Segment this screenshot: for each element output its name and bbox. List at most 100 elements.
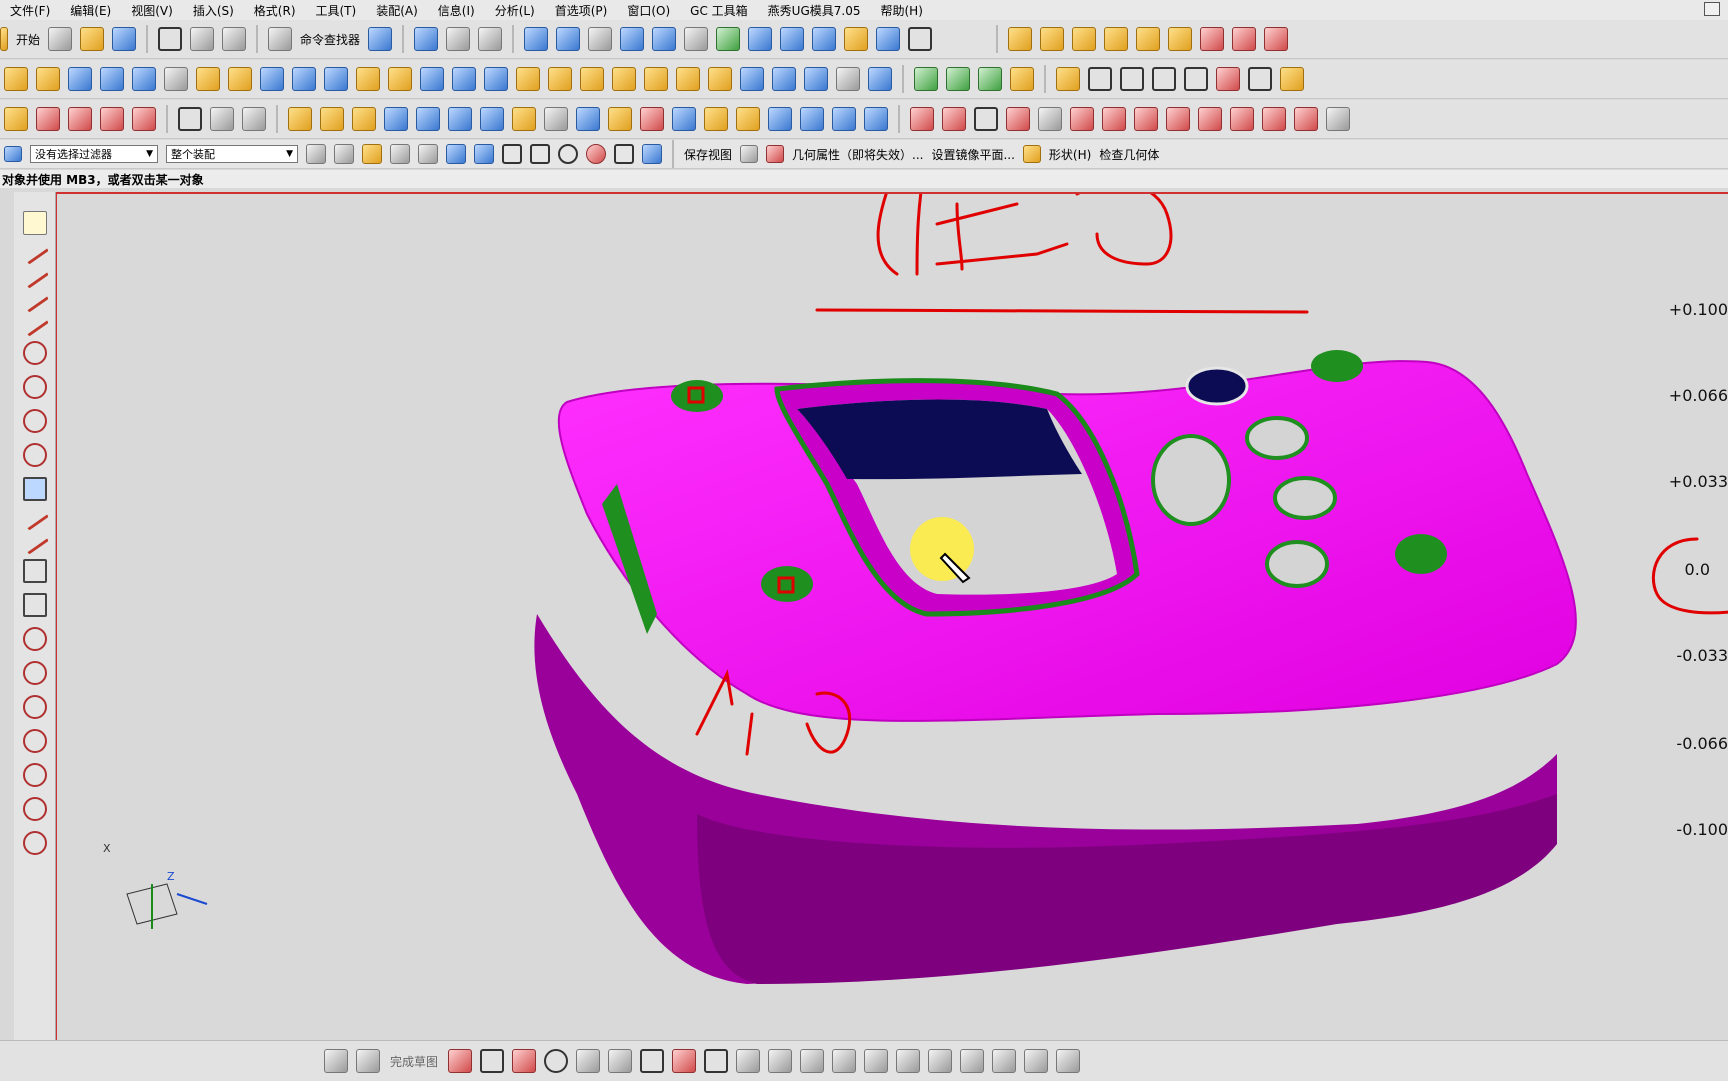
- curve-tool-2-icon[interactable]: [1088, 67, 1112, 91]
- menu-file[interactable]: 文件(F): [0, 2, 60, 19]
- menu-edit[interactable]: 编辑(E): [60, 2, 121, 19]
- circle-quadrant-tool-icon[interactable]: [22, 831, 47, 855]
- line-icon[interactable]: [910, 107, 934, 131]
- view-trimetric-icon[interactable]: [876, 27, 901, 51]
- mold-tool-5-icon[interactable]: [1136, 27, 1161, 51]
- menu-view[interactable]: 视图(V): [121, 2, 183, 19]
- pattern-icon[interactable]: [388, 67, 412, 91]
- soft-blend-icon[interactable]: [864, 107, 888, 131]
- unite-icon[interactable]: [484, 67, 508, 91]
- tangent-line-tool-icon[interactable]: [22, 341, 47, 365]
- menu-yanxiu-mold[interactable]: 燕秀UG模具7.05: [758, 2, 871, 19]
- boss-icon[interactable]: [164, 67, 188, 91]
- trim-body-icon[interactable]: [708, 67, 732, 91]
- sketch-chamfer-icon[interactable]: [608, 1049, 633, 1073]
- menu-assembly[interactable]: 装配(A): [366, 2, 428, 19]
- cone-icon[interactable]: [324, 67, 348, 91]
- face-select-icon[interactable]: [446, 144, 466, 164]
- redo-icon[interactable]: [222, 27, 247, 51]
- datum-plane-icon[interactable]: [288, 107, 312, 131]
- line-tool-icon[interactable]: [20, 239, 49, 265]
- delete-face-icon[interactable]: [978, 67, 1002, 91]
- sketch-corner-icon[interactable]: [832, 1049, 857, 1073]
- offset-face-icon[interactable]: [676, 67, 700, 91]
- intersect-icon[interactable]: [548, 67, 572, 91]
- isoparametric-icon[interactable]: [1262, 107, 1286, 131]
- measure-icon[interactable]: [242, 107, 266, 131]
- geometry-attribute-button[interactable]: 几何属性（即将失效）...: [792, 146, 923, 163]
- polygon-icon[interactable]: [1102, 107, 1126, 131]
- curve-tool-3-icon[interactable]: [1120, 67, 1144, 91]
- curve-tool-1-icon[interactable]: [1056, 67, 1080, 91]
- menu-window[interactable]: 窗口(O): [617, 2, 680, 19]
- view-front-icon[interactable]: [748, 27, 773, 51]
- circle-3point-tool-icon[interactable]: [22, 661, 47, 685]
- extract-curve-icon[interactable]: [1294, 107, 1318, 131]
- shading-icon[interactable]: [684, 27, 709, 51]
- extrude-icon[interactable]: [36, 67, 60, 91]
- circle-radius-tool-icon[interactable]: [22, 729, 47, 753]
- extension-icon[interactable]: [672, 107, 696, 131]
- cylinder-icon[interactable]: [260, 67, 284, 91]
- law-extension-icon[interactable]: [704, 107, 728, 131]
- mold-tool-4-icon[interactable]: [1104, 27, 1129, 51]
- block-icon[interactable]: [132, 67, 156, 91]
- sketch-offset-icon[interactable]: [736, 1049, 761, 1073]
- model-canvas[interactable]: [57, 194, 1728, 1040]
- offset-surface-icon[interactable]: [640, 107, 664, 131]
- mold-tool-9-icon[interactable]: [1264, 27, 1289, 51]
- extend-tool-icon[interactable]: [22, 593, 47, 617]
- window-minimize-button[interactable]: [1704, 2, 1720, 16]
- background-icon[interactable]: [908, 27, 933, 51]
- tangent-circle-tool-icon[interactable]: [22, 409, 47, 433]
- zoom-icon[interactable]: [556, 27, 581, 51]
- sketch-mirror-icon[interactable]: [864, 1049, 889, 1073]
- angle-line-tool-icon[interactable]: [20, 263, 49, 289]
- sketch-arc-icon[interactable]: [512, 1049, 537, 1073]
- ruled-icon[interactable]: [384, 107, 408, 131]
- select-rect-icon[interactable]: [390, 144, 410, 164]
- midpoint-icon[interactable]: [530, 144, 550, 164]
- menu-gc-toolbox[interactable]: GC 工具箱: [680, 2, 758, 19]
- menu-help[interactable]: 帮助(H): [870, 2, 932, 19]
- surface-tool-2-icon[interactable]: [36, 107, 60, 131]
- new-file-icon[interactable]: [48, 27, 73, 51]
- point-icon[interactable]: [210, 107, 234, 131]
- rectangle-tool-icon[interactable]: [22, 477, 47, 501]
- sketch-fillet-icon[interactable]: [576, 1049, 601, 1073]
- fillet-tool-icon[interactable]: [22, 443, 47, 467]
- filter-reset-icon[interactable]: [306, 144, 326, 164]
- surface-tool-1-icon[interactable]: [4, 107, 28, 131]
- menu-preferences[interactable]: 首选项(P): [545, 2, 618, 19]
- sew-icon[interactable]: [772, 67, 796, 91]
- sketch-constraint-icon[interactable]: [928, 1049, 953, 1073]
- type-filter-select[interactable]: 没有选择过滤器 ▼: [30, 145, 158, 163]
- rectangle-icon[interactable]: [974, 107, 998, 131]
- scale-body-icon[interactable]: [868, 67, 892, 91]
- text-icon[interactable]: [1038, 107, 1062, 131]
- finish-sketch-button[interactable]: 完成草图: [390, 1053, 438, 1070]
- profile-tool-icon[interactable]: [22, 211, 47, 235]
- sketch-circle-icon[interactable]: [544, 1049, 569, 1073]
- surface-tool-3-icon[interactable]: [68, 107, 92, 131]
- circle-diameter-tool-icon[interactable]: [22, 797, 47, 821]
- datum-csys-icon[interactable]: [352, 107, 376, 131]
- menu-toggle-icon[interactable]: [4, 146, 22, 162]
- start-menu-button[interactable]: 开始: [16, 31, 40, 48]
- datum-axis-icon[interactable]: [320, 107, 344, 131]
- quadrant-point-icon[interactable]: [586, 144, 606, 164]
- save-icon[interactable]: [112, 27, 137, 51]
- sketch-icon[interactable]: [4, 67, 28, 91]
- sketch-orient-icon[interactable]: [324, 1049, 348, 1073]
- intersection-point-icon[interactable]: [614, 144, 634, 164]
- sketch-extend-icon[interactable]: [800, 1049, 825, 1073]
- surface-tool-5-icon[interactable]: [132, 107, 156, 131]
- endpoint-icon[interactable]: [502, 144, 522, 164]
- silhouette-flange-icon[interactable]: [736, 107, 760, 131]
- pan-icon[interactable]: [652, 27, 677, 51]
- point-circle-tool-icon[interactable]: [22, 375, 47, 399]
- curve-tool-4-icon[interactable]: [1152, 67, 1176, 91]
- info-icon[interactable]: [478, 27, 503, 51]
- mold-tool-2-icon[interactable]: [1040, 27, 1065, 51]
- mirror-icon[interactable]: [420, 67, 444, 91]
